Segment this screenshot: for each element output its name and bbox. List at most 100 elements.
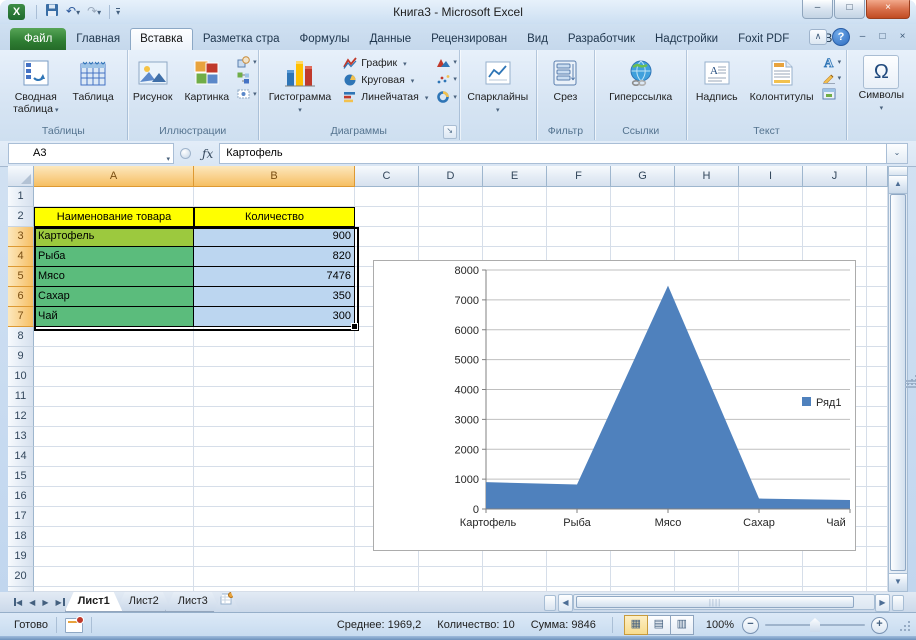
cell-H20[interactable] <box>675 567 739 587</box>
cell-K4[interactable] <box>867 247 888 267</box>
cell-B15[interactable] <box>194 467 355 487</box>
cell-K16[interactable] <box>867 487 888 507</box>
column-header-E[interactable]: E <box>483 166 547 187</box>
cell-A15[interactable] <box>34 467 194 487</box>
tab-Разработчик[interactable]: Разработчик <box>558 29 645 50</box>
zoom-in-icon[interactable]: + <box>871 617 888 634</box>
cell-A5[interactable]: Мясо <box>34 267 194 287</box>
row-header-9[interactable]: 9 <box>8 347 34 367</box>
smartart-button[interactable] <box>237 72 257 84</box>
cell-A14[interactable] <box>34 447 194 467</box>
cell-K10[interactable] <box>867 367 888 387</box>
cell-A7[interactable]: Чай <box>34 307 194 327</box>
cell-I1[interactable] <box>739 187 803 207</box>
row-header-11[interactable]: 11 <box>8 387 34 407</box>
cell-B9[interactable] <box>194 347 355 367</box>
cell-K2[interactable] <box>867 207 888 227</box>
fill-handle[interactable] <box>351 323 358 330</box>
name-box[interactable]: A3▾ <box>8 143 174 164</box>
cell-H2[interactable] <box>675 207 739 227</box>
cell-K6[interactable] <box>867 287 888 307</box>
cell-G1[interactable] <box>611 187 675 207</box>
cell-B11[interactable] <box>194 387 355 407</box>
cell-F2[interactable] <box>547 207 611 227</box>
pivot-table-button[interactable]: Своднаятаблица <box>9 53 62 119</box>
cell-A18[interactable] <box>34 527 194 547</box>
cell-E3[interactable] <box>483 227 547 247</box>
row-header-8[interactable]: 8 <box>8 327 34 347</box>
cell-A4[interactable]: Рыба <box>34 247 194 267</box>
cell-A12[interactable] <box>34 407 194 427</box>
column-header-B[interactable]: B <box>194 166 355 187</box>
shapes-button[interactable]: ▾ <box>237 56 257 68</box>
tab-Разметка стра[interactable]: Разметка стра <box>193 29 290 50</box>
cell-K17[interactable] <box>867 507 888 527</box>
tab-Формулы[interactable]: Формулы <box>290 29 360 50</box>
cell-B4[interactable]: 820 <box>194 247 355 267</box>
cell-A17[interactable] <box>34 507 194 527</box>
hyperlink-button[interactable]: Гиперссылка <box>605 53 676 105</box>
cell-A9[interactable] <box>34 347 194 367</box>
cell-D2[interactable] <box>419 207 483 227</box>
column-header-C[interactable]: C <box>355 166 419 187</box>
last-sheet-icon[interactable]: ▶ <box>52 596 67 609</box>
cell-A8[interactable] <box>34 327 194 347</box>
zoom-level[interactable]: 100% <box>706 619 734 631</box>
cell-A10[interactable] <box>34 367 194 387</box>
cell-D3[interactable] <box>419 227 483 247</box>
cell-B10[interactable] <box>194 367 355 387</box>
row-header-6[interactable]: 6 <box>8 287 34 307</box>
cell-A16[interactable] <box>34 487 194 507</box>
chart[interactable]: 010002000300040005000600070008000Картофе… <box>373 260 856 551</box>
close-button[interactable]: × <box>866 0 910 19</box>
cell-I20[interactable] <box>739 567 803 587</box>
vertical-split-handle[interactable] <box>889 167 907 176</box>
cell-K20[interactable] <box>867 567 888 587</box>
cell-C3[interactable] <box>355 227 419 247</box>
signature-line-button[interactable]: ▾ <box>822 72 842 84</box>
cell-B8[interactable] <box>194 327 355 347</box>
cell-K8[interactable] <box>867 327 888 347</box>
clipart-button[interactable]: Картинка <box>180 53 233 105</box>
cell-K9[interactable] <box>867 347 888 367</box>
help-icon[interactable]: ? <box>832 28 850 46</box>
cell-E2[interactable] <box>483 207 547 227</box>
object-button[interactable] <box>822 88 842 100</box>
page-break-view-button[interactable]: ▥ <box>670 615 694 635</box>
scroll-left-icon[interactable]: ◀ <box>558 594 573 612</box>
cell-J20[interactable] <box>803 567 867 587</box>
row-header-5[interactable]: 5 <box>8 267 34 287</box>
select-all-corner[interactable] <box>8 166 34 187</box>
tab-Главная[interactable]: Главная <box>66 29 130 50</box>
cell-K1[interactable] <box>867 187 888 207</box>
tab-file[interactable]: Файл <box>10 28 66 50</box>
area-chart-button[interactable]: ▾ <box>436 57 457 68</box>
maximize-button[interactable]: □ <box>834 0 865 19</box>
tab-Рецензирован[interactable]: Рецензирован <box>421 29 517 50</box>
cell-B7[interactable]: 300 <box>194 307 355 327</box>
page-layout-view-button[interactable]: ▤ <box>647 615 671 635</box>
cell-B18[interactable] <box>194 527 355 547</box>
header-footer-button[interactable]: Колонтитулы <box>746 53 818 105</box>
cell-B1[interactable] <box>194 187 355 207</box>
row-header-1[interactable]: 1 <box>8 187 34 207</box>
scroll-up-icon[interactable]: ▲ <box>889 176 907 194</box>
macro-record-icon[interactable] <box>65 618 83 633</box>
collapse-ribbon-icon[interactable]: ∧ <box>809 29 827 45</box>
cell-B5[interactable]: 7476 <box>194 267 355 287</box>
tab-Надстройки[interactable]: Надстройки <box>645 29 728 50</box>
cell-C2[interactable] <box>355 207 419 227</box>
cell-D1[interactable] <box>419 187 483 207</box>
other-charts-button[interactable]: ▾ <box>436 91 457 103</box>
cell-K11[interactable] <box>867 387 888 407</box>
tab-Вид[interactable]: Вид <box>517 29 558 50</box>
cell-B16[interactable] <box>194 487 355 507</box>
picture-button[interactable]: Рисунок <box>129 53 177 105</box>
row-header-2[interactable]: 2 <box>8 207 34 227</box>
cell-A20[interactable] <box>34 567 194 587</box>
first-sheet-icon[interactable]: ◀ <box>10 596 25 609</box>
column-header-F[interactable]: F <box>547 166 611 187</box>
sheet-tab-Лист2[interactable]: Лист2 <box>116 592 172 612</box>
horizontal-scroll-thumb[interactable]: |||| <box>576 596 854 608</box>
redo-button[interactable]: ↷▾ <box>85 3 103 21</box>
